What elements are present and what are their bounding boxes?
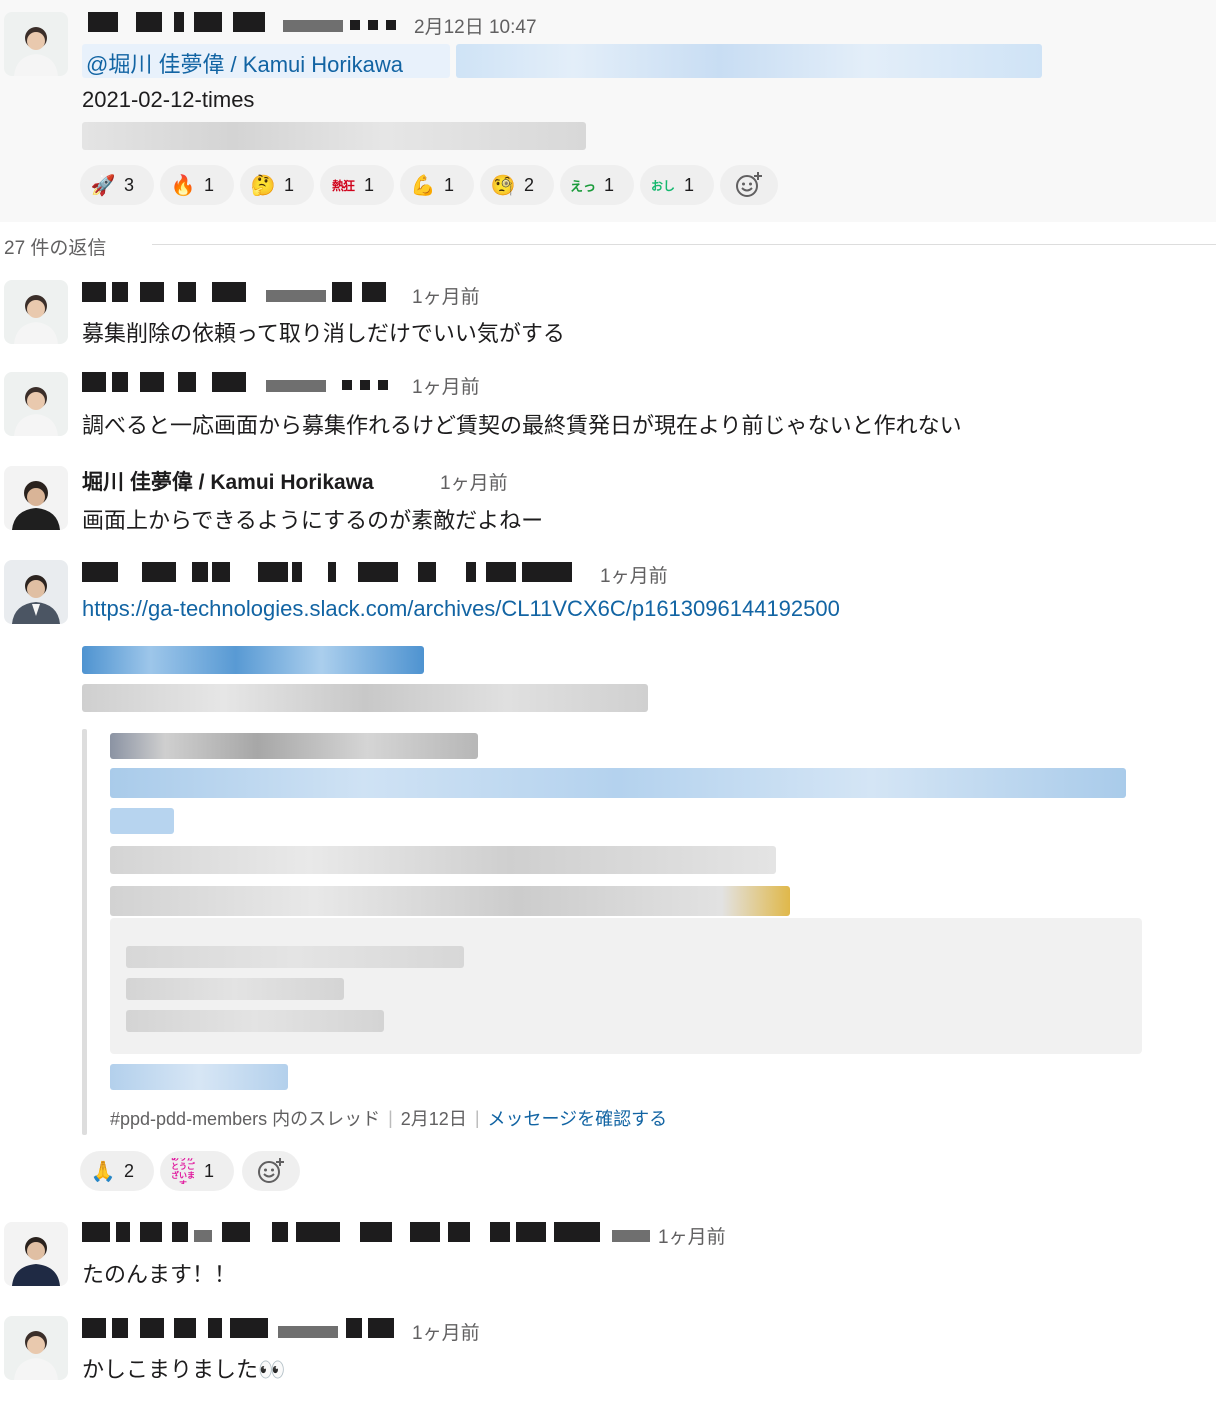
- rocket-icon: 🚀: [90, 174, 116, 197]
- reaction-pray[interactable]: 🙏 2: [80, 1151, 154, 1191]
- reaction-arigatou[interactable]: ありがとうございます 1: [160, 1151, 234, 1191]
- channel-thread-label[interactable]: #ppd-pdd-members 内のスレッド: [110, 1105, 380, 1131]
- reaction-count: 1: [204, 1160, 215, 1181]
- reaction-count: 1: [444, 174, 455, 195]
- pixelated-quote-mentions[interactable]: [110, 808, 174, 834]
- message-text: 画面上からできるようにするのが素敵だよねー: [82, 508, 544, 533]
- reaction-count: 1: [284, 174, 295, 195]
- add-emoji-icon: [736, 172, 762, 197]
- pixelated-mentions[interactable]: [456, 44, 1042, 78]
- message-timestamp[interactable]: 1ヶ月前: [440, 468, 508, 495]
- pixelated-unfurl-text: [82, 684, 648, 712]
- pixelated-quote-text: [110, 886, 790, 916]
- pixelated-code-line: [126, 946, 464, 968]
- ett-stamp-icon: えっ: [570, 178, 597, 194]
- arigatou-stamp-icon: ありがとうございます: [171, 1158, 195, 1184]
- reaction-count: 3: [124, 174, 135, 195]
- message-timestamp[interactable]: 1ヶ月前: [412, 1318, 480, 1345]
- author-name-pixelated[interactable]: [82, 1318, 394, 1338]
- add-emoji-icon: [258, 1158, 284, 1183]
- divider: [152, 244, 1216, 245]
- message-text: 調べると一応画面から募集作れるけど賃契の最終賃発日が現在より前じゃないと作れない: [82, 413, 962, 438]
- reaction-ett[interactable]: えっ 1: [560, 165, 634, 205]
- message-timestamp[interactable]: 1ヶ月前: [412, 282, 480, 309]
- author-name-pixelated[interactable]: [82, 282, 392, 302]
- reaction-count: 1: [684, 174, 695, 195]
- reaction-count: 2: [524, 174, 535, 195]
- avatar[interactable]: [4, 280, 68, 344]
- reaction-nekkyou[interactable]: 熱狂 1: [320, 165, 394, 205]
- message-link[interactable]: https://ga-technologies.slack.com/archiv…: [82, 596, 840, 622]
- pixelated-quote-mentions[interactable]: [110, 768, 1126, 798]
- reply-count-label: 27 件の返信: [4, 238, 107, 259]
- nekkyou-stamp-icon: 熱狂: [331, 178, 355, 193]
- message-timestamp[interactable]: 1ヶ月前: [412, 372, 480, 399]
- pixelated-show-more-link[interactable]: [110, 1064, 288, 1090]
- pixelated-quote-text: [110, 846, 776, 874]
- reaction-count: 1: [604, 174, 615, 195]
- avatar[interactable]: [4, 466, 68, 530]
- view-message-link[interactable]: メッセージを確認する: [488, 1105, 668, 1131]
- reaction-thinking[interactable]: 🤔 1: [240, 165, 314, 205]
- quote-bar: [82, 729, 87, 1135]
- separator: |: [388, 1107, 393, 1128]
- folded-hands-icon: 🙏: [90, 1160, 116, 1183]
- author-name-pixelated[interactable]: [82, 372, 392, 392]
- user-mention[interactable]: @堀川 佳夢偉 / Kamui Horikawa: [86, 47, 403, 79]
- monocle-face-icon: 🧐: [490, 174, 516, 197]
- message-timestamp[interactable]: 1ヶ月前: [600, 561, 668, 588]
- reaction-fire[interactable]: 🔥 1: [160, 165, 234, 205]
- reaction-muscle[interactable]: 💪 1: [400, 165, 474, 205]
- shared-message-footer: #ppd-pdd-members 内のスレッド | 2月12日 | メッセージを…: [110, 1105, 667, 1131]
- reaction-count: 1: [204, 174, 215, 195]
- reaction-count: 1: [364, 174, 375, 195]
- author-name-pixelated[interactable]: [82, 1222, 650, 1242]
- parent-message: 2月12日 10:47 @堀川 佳夢偉 / Kamui Horikawa 202…: [0, 0, 1216, 222]
- author-name-pixelated[interactable]: [88, 12, 398, 32]
- message-text: たのんます！！: [82, 1262, 237, 1287]
- message-text: 募集削除の依頼って取り消しだけでいい気がする: [82, 321, 565, 346]
- reaction-rocket[interactable]: 🚀 3: [80, 165, 154, 205]
- separator: |: [474, 1107, 480, 1128]
- message-text: かしこまりました👀: [82, 1357, 286, 1382]
- avatar[interactable]: [4, 372, 68, 436]
- avatar[interactable]: [4, 1222, 68, 1286]
- flexed-biceps-icon: 💪: [410, 174, 436, 197]
- avatar[interactable]: [4, 12, 68, 76]
- avatar[interactable]: [4, 560, 68, 624]
- pixelated-code-line: [126, 1010, 384, 1032]
- message-timestamp[interactable]: 1ヶ月前: [658, 1222, 726, 1249]
- author-name-pixelated[interactable]: [82, 562, 572, 582]
- fire-icon: 🔥: [170, 174, 196, 197]
- pixelated-quote-author: [110, 733, 478, 759]
- reaction-monocle[interactable]: 🧐 2: [480, 165, 554, 205]
- message-timestamp[interactable]: 2月12日 10:47: [414, 12, 537, 39]
- message-title: 2021-02-12-times: [82, 87, 255, 112]
- oshi-stamp-icon: おし: [650, 178, 675, 193]
- pixelated-unfurl-link[interactable]: [82, 646, 424, 674]
- reaction-oshi[interactable]: おし 1: [640, 165, 714, 205]
- thinking-face-icon: 🤔: [250, 174, 276, 197]
- pixelated-message-body: [82, 122, 586, 150]
- author-name[interactable]: 堀川 佳夢偉 / Kamui Horikawa: [82, 466, 374, 496]
- add-reaction-button[interactable]: [720, 165, 778, 205]
- add-reaction-button[interactable]: [242, 1151, 300, 1191]
- shared-date[interactable]: 2月12日: [401, 1105, 467, 1131]
- avatar[interactable]: [4, 1316, 68, 1380]
- reaction-count: 2: [124, 1160, 135, 1181]
- pixelated-code-line: [126, 978, 344, 1000]
